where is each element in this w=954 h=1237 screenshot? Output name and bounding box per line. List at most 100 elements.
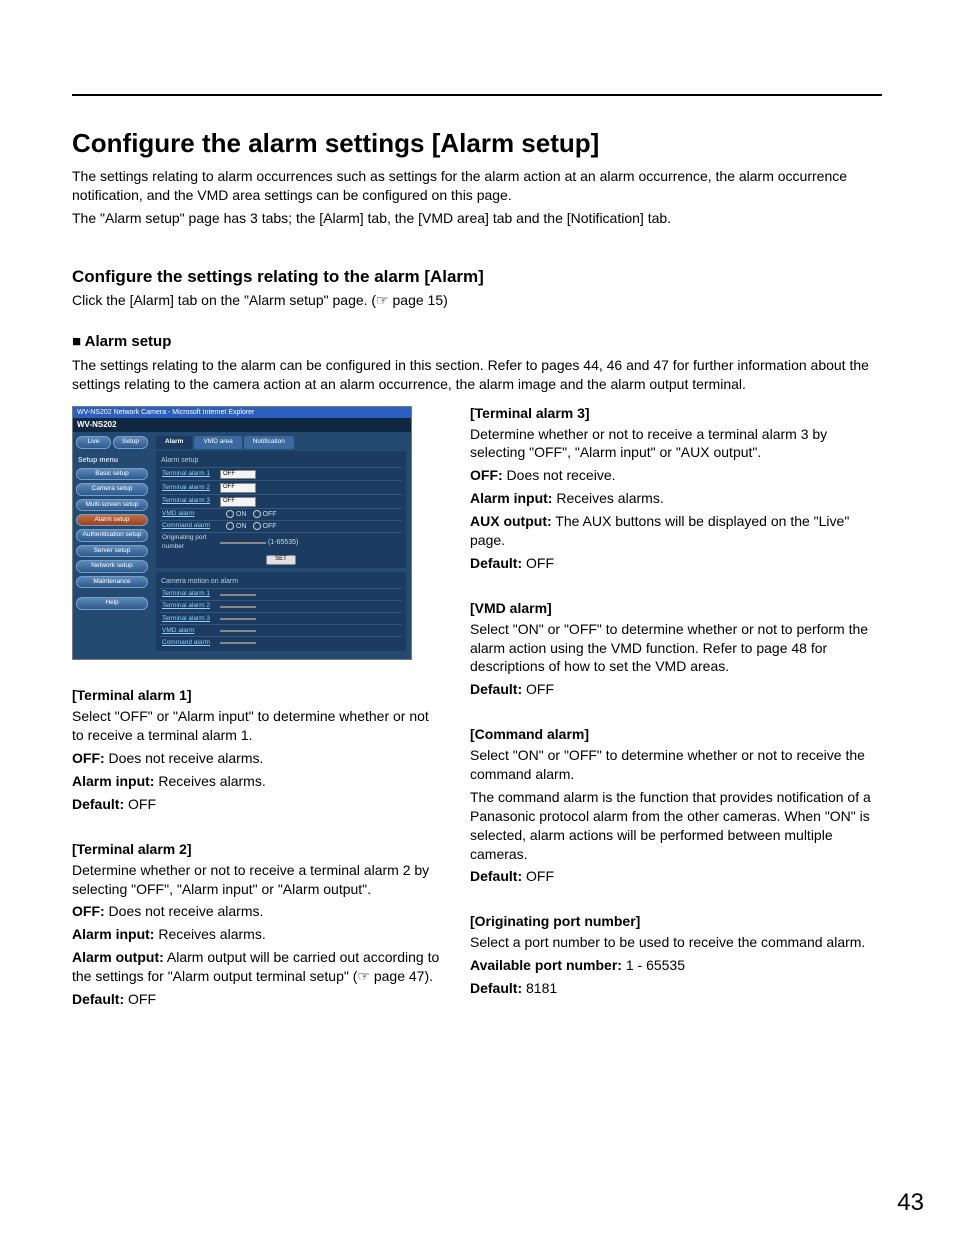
port-input[interactable] [220, 542, 266, 544]
label-default: Default: [470, 980, 522, 996]
label-available-port: Available port number: [470, 957, 622, 973]
value-off: Does not receive. [503, 467, 616, 483]
label-default: Default: [470, 868, 522, 884]
radio-on[interactable] [226, 510, 234, 518]
value-alarm-input: Receives alarms. [154, 773, 265, 789]
intro-paragraph-2: The "Alarm setup" page has 3 tabs; the [… [72, 209, 882, 228]
row-label[interactable]: Terminal alarm 3 [160, 615, 220, 623]
panel-title: Alarm setup [160, 454, 402, 467]
select[interactable]: OFF [220, 497, 256, 507]
section-heading: Configure the settings relating to the a… [72, 266, 882, 289]
sect-body: Select "ON" or "OFF" to determine whethe… [470, 620, 882, 677]
label-alarm-input: Alarm input: [72, 926, 154, 942]
set-button[interactable]: SET [266, 555, 296, 565]
sidebar: Live Setup Setup menu Basic setup Camera… [73, 432, 151, 659]
sect-title: [Command alarm] [470, 725, 882, 744]
setup-menu-label: Setup menu [78, 456, 148, 465]
label-off: OFF: [72, 750, 105, 766]
radio-label: OFF [263, 523, 277, 530]
radio-on[interactable] [226, 522, 234, 530]
subsection-heading: ■ Alarm setup [72, 332, 882, 352]
terminal-alarm-1-section: [Terminal alarm 1] Select "OFF" or "Alar… [72, 686, 442, 813]
sidebar-item-alarm-setup[interactable]: Alarm setup [76, 514, 148, 526]
select[interactable]: OFF [220, 483, 256, 493]
radio-off[interactable] [253, 522, 261, 530]
alarm-setup-description: The settings relating to the alarm can b… [72, 356, 882, 394]
row-label: Originating port number [160, 534, 220, 551]
select[interactable] [220, 594, 256, 596]
select[interactable] [220, 618, 256, 620]
embedded-screenshot: WV-NS202 Network Camera - Microsoft Inte… [72, 406, 412, 661]
page-number: 43 [897, 1187, 924, 1219]
sect-body: Select "ON" or "OFF" to determine whethe… [470, 746, 882, 784]
select[interactable] [220, 630, 256, 632]
panel-title: Camera motion on alarm [160, 575, 402, 588]
row-label[interactable]: VMD alarm [160, 510, 220, 518]
radio-off[interactable] [253, 510, 261, 518]
sect-body: Determine whether or not to receive a te… [470, 425, 882, 463]
sidebar-item[interactable]: Multi-screen setup [76, 499, 148, 511]
label-aux-output: AUX output: [470, 513, 552, 529]
vmd-alarm-section: [VMD alarm] Select "ON" or "OFF" to dete… [470, 599, 882, 699]
value-available-port: 1 - 65535 [622, 957, 685, 973]
click-instruction: Click the [Alarm] tab on the "Alarm setu… [72, 291, 882, 310]
label-default: Default: [72, 796, 124, 812]
radio-label: ON [236, 511, 247, 518]
model-label: WV-NS202 [73, 418, 411, 432]
radio-label: OFF [263, 511, 277, 518]
tab-notification[interactable]: Notification [244, 436, 294, 448]
sidebar-item[interactable]: Maintenance [76, 576, 148, 588]
row-label[interactable]: Terminal alarm 2 [160, 484, 220, 492]
sidebar-item[interactable]: Network setup [76, 560, 148, 572]
sect-body: Select "OFF" or "Alarm input" to determi… [72, 707, 442, 745]
sidebar-item[interactable]: Server setup [76, 545, 148, 557]
value-off: Does not receive alarms. [105, 750, 264, 766]
port-range: (1-65535) [268, 539, 298, 546]
intro-paragraph-1: The settings relating to alarm occurrenc… [72, 167, 882, 205]
label-off: OFF: [72, 903, 105, 919]
label-alarm-input: Alarm input: [72, 773, 154, 789]
label-alarm-input: Alarm input: [470, 490, 552, 506]
originating-port-section: [Originating port number] Select a port … [470, 912, 882, 998]
select[interactable]: OFF [220, 470, 256, 480]
sidebar-item[interactable]: Basic setup [76, 468, 148, 480]
terminal-alarm-2-section: [Terminal alarm 2] Determine whether or … [72, 840, 442, 1009]
label-default: Default: [72, 991, 124, 1007]
label-off: OFF: [470, 467, 503, 483]
value-alarm-input: Receives alarms. [154, 926, 265, 942]
sect-body: Determine whether or not to receive a te… [72, 861, 442, 899]
label-alarm-output: Alarm output: [72, 949, 164, 965]
select[interactable] [220, 642, 256, 644]
row-label[interactable]: Command alarm [160, 639, 220, 647]
window-titlebar: WV-NS202 Network Camera - Microsoft Inte… [73, 407, 411, 418]
tab-vmd-area[interactable]: VMD area [194, 436, 241, 448]
radio-label: ON [236, 523, 247, 530]
value-default: OFF [522, 555, 554, 571]
setup-button[interactable]: Setup [113, 436, 148, 448]
help-button[interactable]: Help [76, 597, 148, 609]
value-default: OFF [522, 681, 554, 697]
page-title: Configure the alarm settings [Alarm setu… [72, 126, 882, 161]
sect-title: [Terminal alarm 2] [72, 840, 442, 859]
value-alarm-input: Receives alarms. [552, 490, 663, 506]
sidebar-item[interactable]: Camera setup [76, 483, 148, 495]
value-default: OFF [124, 991, 156, 1007]
sect-title: [Terminal alarm 3] [470, 404, 882, 423]
sect-title: [VMD alarm] [470, 599, 882, 618]
row-label[interactable]: Terminal alarm 3 [160, 497, 220, 505]
value-off: Does not receive alarms. [105, 903, 264, 919]
row-label[interactable]: Terminal alarm 1 [160, 590, 220, 598]
label-default: Default: [470, 555, 522, 571]
value-default: 8181 [522, 980, 557, 996]
row-label[interactable]: Terminal alarm 2 [160, 602, 220, 610]
live-button[interactable]: Live [76, 436, 111, 448]
tab-alarm[interactable]: Alarm [156, 436, 192, 448]
terminal-alarm-3-section: [Terminal alarm 3] Determine whether or … [470, 404, 882, 573]
sect-body: Select a port number to be used to recei… [470, 933, 882, 952]
row-label[interactable]: Terminal alarm 1 [160, 470, 220, 478]
row-label[interactable]: VMD alarm [160, 627, 220, 635]
sidebar-item[interactable]: Authentication setup [76, 529, 148, 541]
select[interactable] [220, 606, 256, 608]
row-label[interactable]: Command alarm [160, 522, 220, 530]
value-default: OFF [522, 868, 554, 884]
